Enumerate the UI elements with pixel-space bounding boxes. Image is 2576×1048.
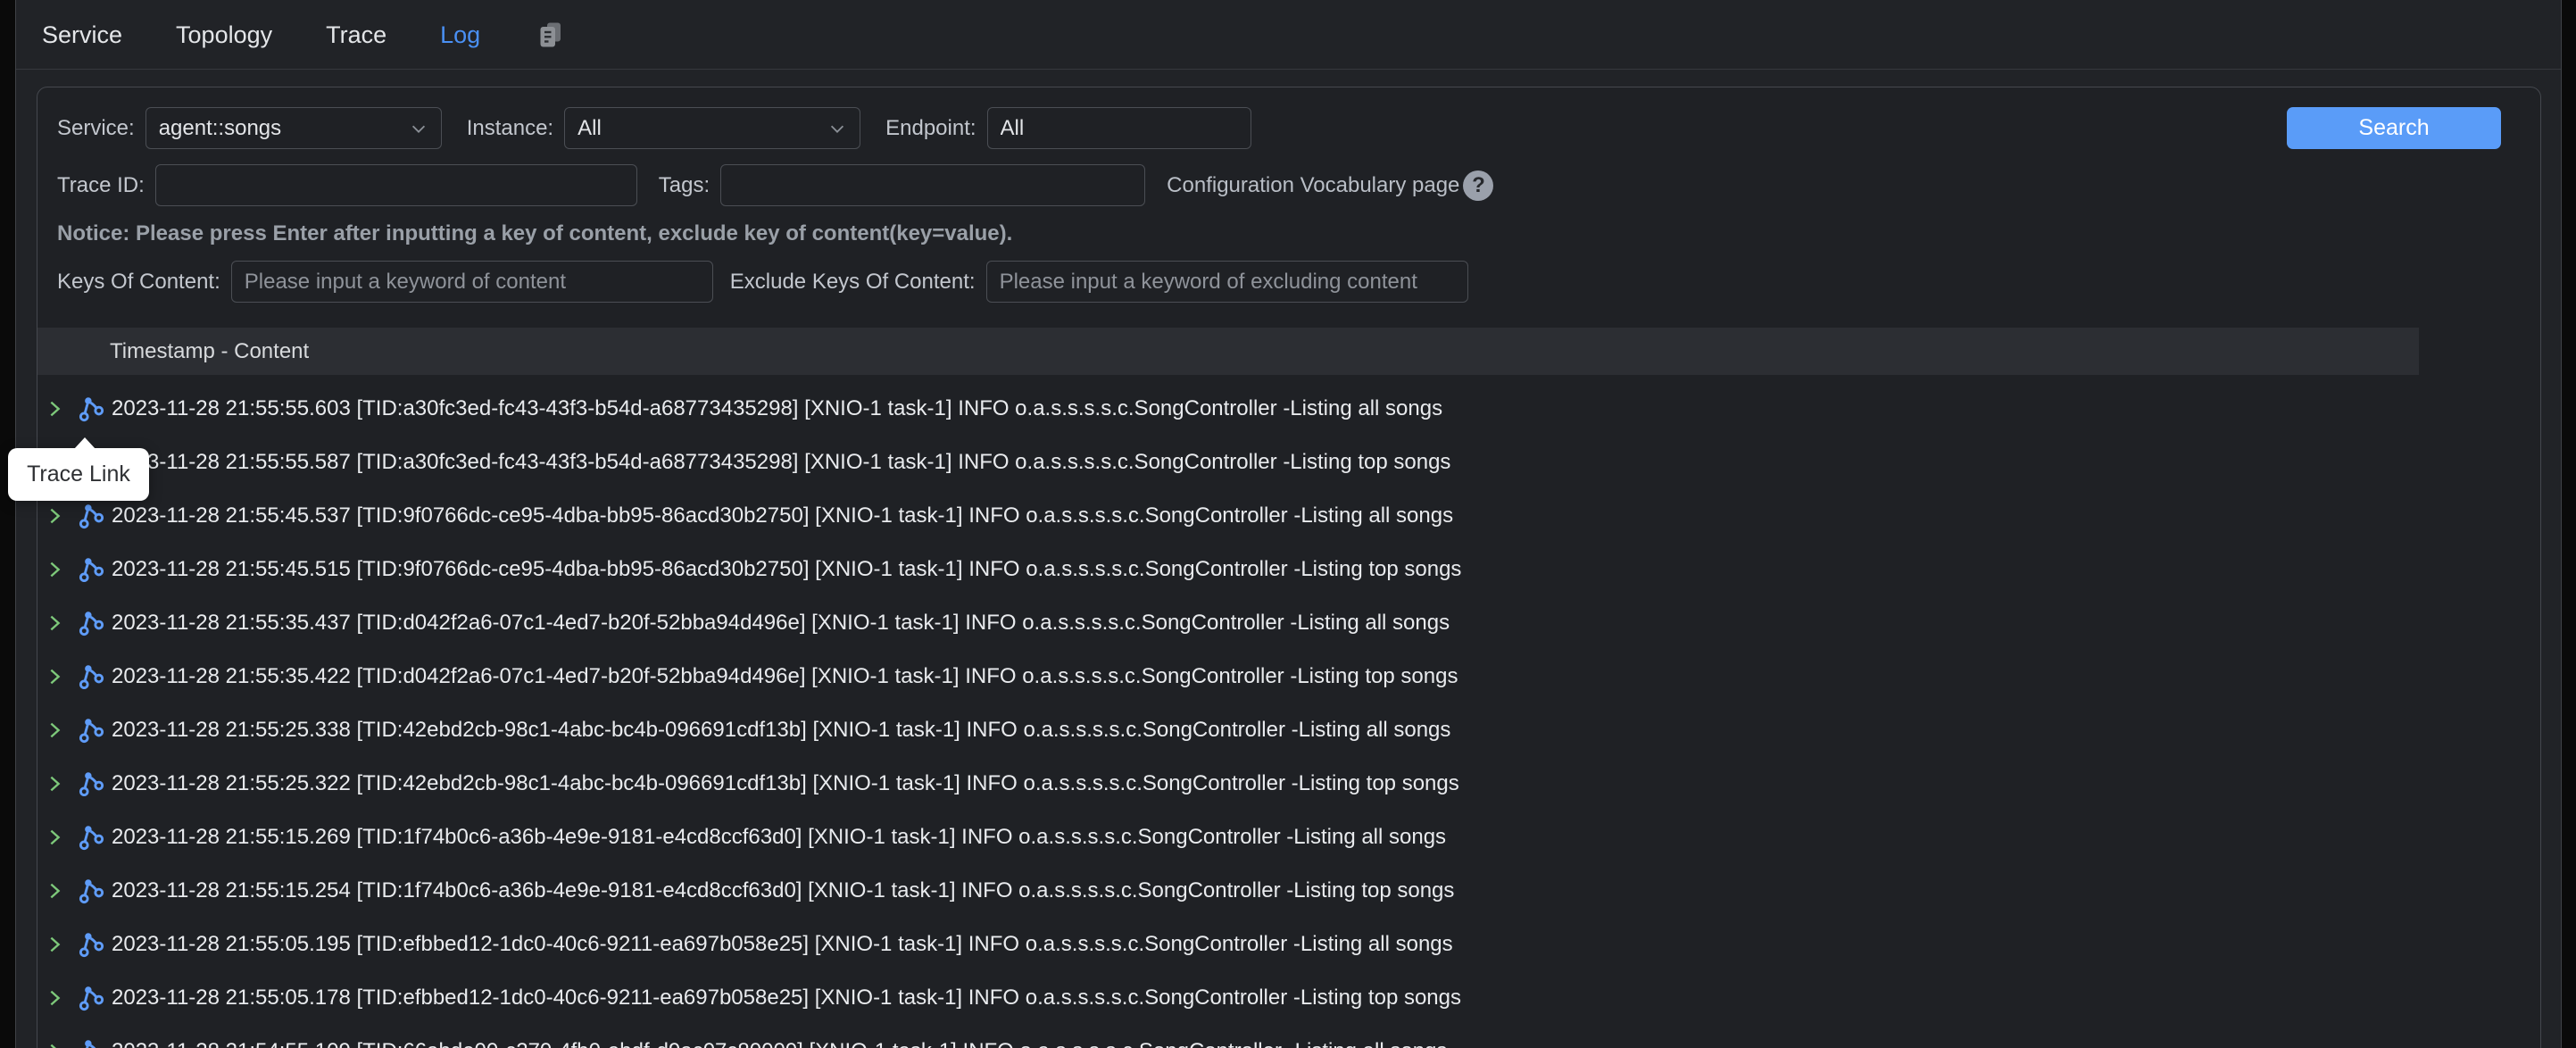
log-content: 2023-11-28 21:55:55.587 [TID:a30fc3ed-fc… (112, 450, 1450, 475)
chevron-right-icon[interactable] (45, 506, 64, 526)
log-content: 2023-11-28 21:54:55.109 [TID:66abde00-c2… (112, 1039, 1447, 1048)
chevron-right-icon[interactable] (45, 560, 64, 579)
chevron-right-icon[interactable] (45, 613, 64, 633)
search-button[interactable]: Search (2287, 107, 2501, 149)
log-content: 2023-11-28 21:55:55.603 [TID:a30fc3ed-fc… (112, 396, 1442, 421)
instance-label: Instance: (467, 116, 553, 141)
service-select-value: agent::songs (159, 116, 281, 141)
chevron-right-icon[interactable] (45, 828, 64, 847)
log-content: 2023-11-28 21:55:15.254 [TID:1f74b0c6-a3… (112, 878, 1454, 903)
endpoint-input[interactable] (987, 107, 1251, 149)
chevron-right-icon[interactable] (45, 935, 64, 954)
question-circle-icon[interactable]: ? (1463, 171, 1493, 201)
log-content: 2023-11-28 21:55:05.178 [TID:efbbed12-1d… (112, 986, 1461, 1011)
log-row: 2023-11-28 21:55:15.269 [TID:1f74b0c6-a3… (37, 811, 2540, 864)
trace-link-icon[interactable] (78, 877, 104, 904)
trace-link-tooltip-text: Trace Link (27, 462, 130, 487)
trace-link-icon[interactable] (78, 395, 104, 422)
log-table: Timestamp - Content (37, 328, 2540, 1048)
trace-id-input[interactable] (155, 164, 637, 206)
filter-row-keys: Keys Of Content: Exclude Keys Of Content… (37, 261, 2540, 303)
log-panel: Service: agent::songs Instance: All Endp… (37, 87, 2541, 1048)
trace-link-icon[interactable] (78, 824, 104, 851)
trace-link-icon[interactable] (78, 610, 104, 636)
service-label: Service: (57, 116, 135, 141)
nav-tab-topology[interactable]: Topology (176, 0, 272, 70)
log-content: 2023-11-28 21:55:35.422 [TID:d042f2a6-07… (112, 664, 1458, 689)
chevron-down-icon (827, 119, 847, 138)
log-row: 2023-11-28 21:54:55.109 [TID:66abde00-c2… (37, 1025, 2540, 1048)
service-select[interactable]: agent::songs (145, 107, 442, 149)
log-row: 2023-11-28 21:55:25.338 [TID:42ebd2cb-98… (37, 703, 2540, 757)
log-row: 2023-11-28 21:55:45.515 [TID:9f0766dc-ce… (37, 543, 2540, 596)
trace-link-tooltip: Trace Link (8, 448, 149, 501)
chevron-right-icon[interactable] (45, 399, 64, 419)
nav-tab-log[interactable]: Log (440, 0, 480, 70)
chevron-right-icon[interactable] (45, 720, 64, 740)
keys-of-content-label: Keys Of Content: (57, 270, 220, 295)
chevron-right-icon[interactable] (45, 1042, 64, 1048)
trace-link-icon[interactable] (78, 1038, 104, 1048)
log-row: 2023-11-28 21:55:55.587 [TID:a30fc3ed-fc… (37, 436, 2540, 489)
log-content: 2023-11-28 21:55:25.338 [TID:42ebd2cb-98… (112, 718, 1450, 743)
log-content: 2023-11-28 21:55:45.537 [TID:9f0766dc-ce… (112, 503, 1453, 528)
log-row: 2023-11-28 21:55:05.195 [TID:efbbed12-1d… (37, 918, 2540, 971)
instance-select[interactable]: All (564, 107, 860, 149)
exclude-keys-of-content-label: Exclude Keys Of Content: (730, 270, 976, 295)
log-content: 2023-11-28 21:55:15.269 [TID:1f74b0c6-a3… (112, 825, 1446, 850)
instance-select-value: All (578, 116, 602, 141)
trace-link-icon[interactable] (78, 556, 104, 583)
filter-row-trace: Trace ID: Tags: Configuration Vocabulary… (37, 164, 2540, 206)
chevron-right-icon[interactable] (45, 988, 64, 1008)
tags-input[interactable] (720, 164, 1145, 206)
endpoint-label: Endpoint: (885, 116, 976, 141)
log-row: 2023-11-28 21:55:35.422 [TID:d042f2a6-07… (37, 650, 2540, 703)
chevron-down-icon (409, 119, 428, 138)
log-content: 2023-11-28 21:55:45.515 [TID:9f0766dc-ce… (112, 557, 1461, 582)
app-window: Service Topology Trace Log Service: agen… (15, 0, 2562, 1048)
nav-tab-service[interactable]: Service (42, 0, 122, 70)
table-header: Timestamp - Content (37, 328, 2419, 375)
trace-link-icon[interactable] (78, 770, 104, 797)
trace-link-icon[interactable] (78, 663, 104, 690)
chevron-right-icon[interactable] (45, 881, 64, 901)
keys-of-content-input[interactable] (231, 261, 713, 303)
tags-label: Tags: (659, 173, 710, 198)
trace-link-icon[interactable] (78, 931, 104, 958)
trace-id-label: Trace ID: (57, 173, 145, 198)
chevron-right-icon[interactable] (45, 667, 64, 686)
log-row: 2023-11-28 21:55:15.254 [TID:1f74b0c6-a3… (37, 864, 2540, 918)
log-row: 2023-11-28 21:55:45.537 [TID:9f0766dc-ce… (37, 489, 2540, 543)
top-navbar: Service Topology Trace Log (16, 0, 2561, 70)
trace-link-icon[interactable] (78, 985, 104, 1011)
log-content: 2023-11-28 21:55:05.195 [TID:efbbed12-1d… (112, 932, 1453, 957)
trace-link-icon[interactable] (78, 503, 104, 529)
log-content: 2023-11-28 21:55:35.437 [TID:d042f2a6-07… (112, 611, 1450, 636)
log-row: 2023-11-28 21:55:05.178 [TID:efbbed12-1d… (37, 971, 2540, 1025)
notice-text: Notice: Please press Enter after inputti… (57, 221, 2540, 246)
configuration-vocabulary-link[interactable]: Configuration Vocabulary page (1167, 173, 1459, 198)
filter-row-primary: Service: agent::songs Instance: All Endp… (37, 107, 2540, 149)
table-header-label: Timestamp - Content (110, 339, 309, 364)
log-content: 2023-11-28 21:55:25.322 [TID:42ebd2cb-98… (112, 771, 1459, 796)
log-row: 2023-11-28 21:55:35.437 [TID:d042f2a6-07… (37, 596, 2540, 650)
trace-link-icon[interactable] (78, 717, 104, 744)
chevron-right-icon[interactable] (45, 774, 64, 794)
log-rows: 2023-11-28 21:55:55.603 [TID:a30fc3ed-fc… (37, 382, 2540, 1048)
copy-docs-icon[interactable] (534, 19, 566, 51)
nav-tab-trace[interactable]: Trace (326, 0, 386, 70)
exclude-keys-of-content-input[interactable] (986, 261, 1468, 303)
log-row: 2023-11-28 21:55:55.603 [TID:a30fc3ed-fc… (37, 382, 2540, 436)
log-row: 2023-11-28 21:55:25.322 [TID:42ebd2cb-98… (37, 757, 2540, 811)
